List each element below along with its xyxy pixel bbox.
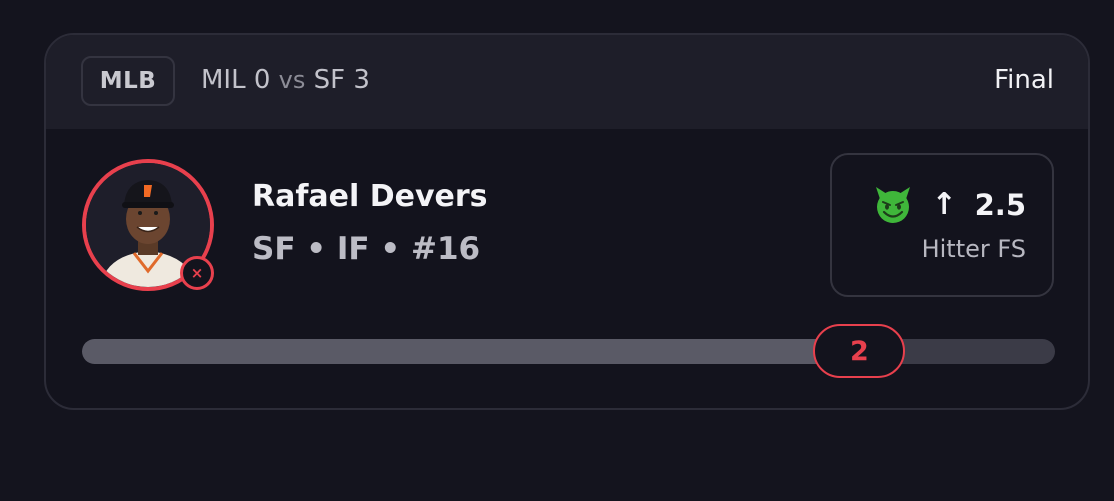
player-meta: SF • IF • #16 <box>252 231 481 267</box>
vs-label: vs <box>278 66 306 94</box>
home-team: SF <box>313 65 346 95</box>
pick-card[interactable]: MLB MIL 0 vs SF 3 Final × Rafael Devers … <box>44 33 1090 410</box>
projection-line-value: 2.5 <box>974 188 1026 222</box>
game-score: MIL 0 vs SF 3 <box>201 65 370 95</box>
game-header: MLB MIL 0 vs SF 3 Final <box>46 35 1088 129</box>
game-status: Final <box>994 65 1054 95</box>
player-avatar-group: × <box>82 159 214 291</box>
cancel-icon: × <box>180 256 214 290</box>
home-score: 3 <box>353 65 370 95</box>
projection-line-row: ↑ 2.5 <box>873 185 1026 225</box>
actual-value-marker: 2 <box>813 324 906 378</box>
player-name: Rafael Devers <box>252 179 488 214</box>
arrow-up-icon: ↑ <box>931 187 957 222</box>
stat-type-label: Hitter FS <box>921 235 1026 263</box>
smiling-devil-icon <box>876 187 911 223</box>
away-team: MIL <box>201 65 246 95</box>
progress-track <box>82 339 1055 364</box>
league-badge: MLB <box>81 56 175 106</box>
away-score: 0 <box>253 65 271 95</box>
progress-fill <box>82 339 860 364</box>
projection-box[interactable]: ↑ 2.5 Hitter FS <box>830 153 1054 297</box>
